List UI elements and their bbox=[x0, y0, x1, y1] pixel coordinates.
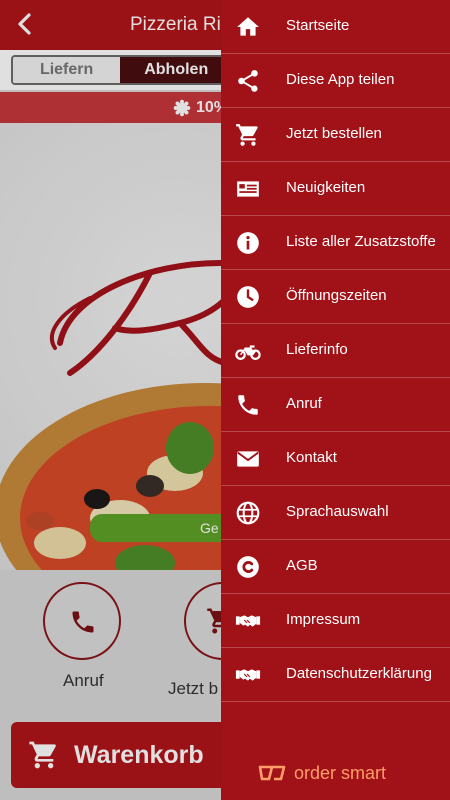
info-icon bbox=[237, 232, 259, 254]
menu-item-label: AGB bbox=[286, 557, 318, 574]
menu-item-news[interactable]: Neuigkeiten bbox=[221, 162, 450, 216]
menu-item-label: Impressum bbox=[286, 611, 361, 628]
order-smart-logo-icon bbox=[258, 765, 286, 781]
copyright-icon bbox=[237, 556, 259, 578]
menu-item-label: Öffnungszeiten bbox=[286, 287, 387, 304]
menu-item-share-app[interactable]: Diese App teilen bbox=[221, 54, 450, 108]
motorcycle-icon bbox=[235, 345, 261, 361]
menu-item-contact[interactable]: Kontakt bbox=[221, 432, 450, 486]
menu-item-home[interactable]: Startseite bbox=[221, 0, 450, 54]
menu-item-label: Liste aller Zusatzstoffe bbox=[286, 233, 436, 250]
menu-item-label: Startseite bbox=[286, 17, 350, 34]
menu-item-delivery-info[interactable]: Lieferinfo bbox=[221, 324, 450, 378]
menu-item-order-now[interactable]: Jetzt bestellen bbox=[221, 108, 450, 162]
menu-item-opening-hours[interactable]: Öffnungszeiten bbox=[221, 270, 450, 324]
menu-item-label: Datenschutzerklärung bbox=[286, 665, 432, 682]
menu-item-label: Sprachauswahl bbox=[286, 503, 389, 520]
menu-item-label: Diese App teilen bbox=[286, 71, 395, 88]
cart-icon bbox=[236, 124, 258, 146]
envelope-icon bbox=[237, 451, 259, 467]
handshake-icon bbox=[235, 615, 261, 627]
menu-item-privacy[interactable]: Datenschutzerklärung bbox=[221, 648, 450, 702]
globe-icon bbox=[236, 501, 260, 525]
menu-item-label: Anruf bbox=[286, 395, 322, 412]
menu-item-language[interactable]: Sprachauswahl bbox=[221, 486, 450, 540]
brand-text: order smart bbox=[294, 762, 387, 783]
drawer-scrim[interactable] bbox=[0, 0, 221, 800]
clock-icon bbox=[237, 286, 259, 308]
menu-item-additives[interactable]: Liste aller Zusatzstoffe bbox=[221, 216, 450, 270]
newspaper-icon bbox=[237, 181, 259, 197]
navigation-drawer: Startseite Diese App teilen Jetzt bestel… bbox=[221, 0, 450, 800]
home-icon bbox=[237, 17, 259, 36]
menu-item-imprint[interactable]: Impressum bbox=[221, 594, 450, 648]
menu-item-label: Neuigkeiten bbox=[286, 179, 366, 196]
menu-item-label: Lieferinfo bbox=[286, 341, 348, 358]
handshake-icon bbox=[235, 669, 261, 681]
phone-icon bbox=[238, 395, 258, 415]
menu-item-terms[interactable]: AGB bbox=[221, 540, 450, 594]
menu-item-label: Jetzt bestellen bbox=[286, 125, 382, 142]
menu-item-call[interactable]: Anruf bbox=[221, 378, 450, 432]
order-smart-logo: order smart bbox=[258, 760, 386, 786]
menu-item-label: Kontakt bbox=[286, 449, 337, 466]
share-icon bbox=[238, 70, 258, 92]
